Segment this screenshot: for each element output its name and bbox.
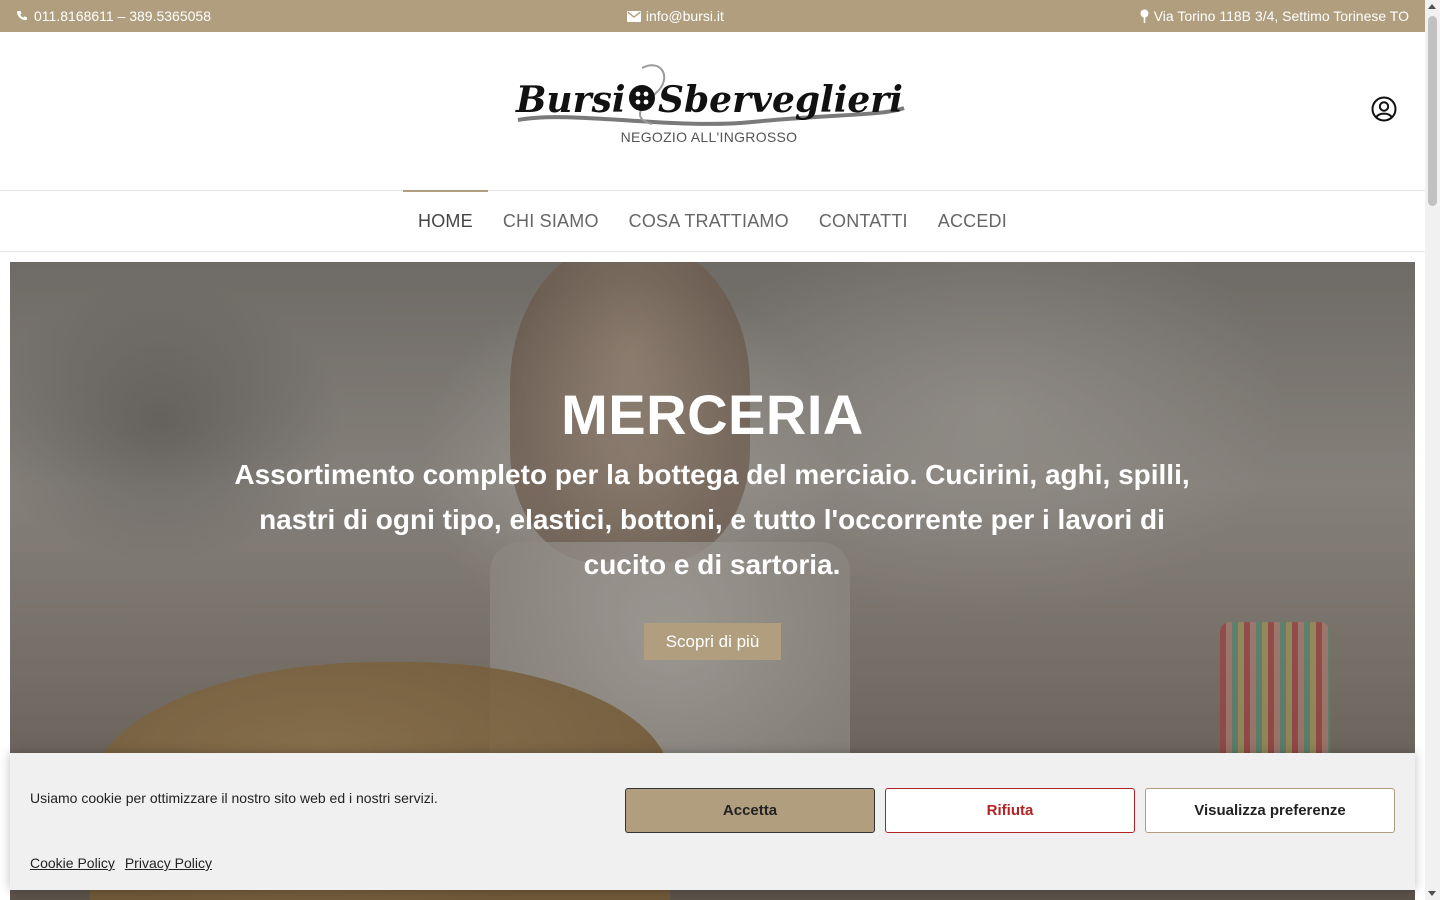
hero-title: MERCERIA [561,383,864,446]
cookie-reject-button[interactable]: Rifiuta [885,788,1135,833]
svg-text:Sberveglieri: Sberveglieri [658,79,903,121]
topbar-address[interactable]: Via Torino 118B 3/4, Settimo Torinese TO [1140,8,1409,24]
discover-more-button[interactable]: Scopri di più [644,623,781,660]
top-bar: 011.8168611 – 389.5365058 info@bursi.it … [0,0,1425,32]
cookie-policy-link[interactable]: Cookie Policy [30,855,115,871]
svg-text:Bursi: Bursi [515,79,626,121]
cookie-policy-links: Cookie Policy Privacy Policy [30,855,212,871]
site-header: Bursi Sberveglieri NEGOZIO ALL'INGROSSO [0,32,1425,190]
nav-item-cosa-trattiamo[interactable]: COSA TRATTIAMO [614,191,804,251]
nav-item-accedi[interactable]: ACCEDI [923,191,1022,251]
phone-icon [16,10,27,20]
main-nav: HOME CHI SIAMO COSA TRATTIAMO CONTATTI A… [0,190,1425,252]
map-pin-icon [1140,9,1149,23]
topbar-email[interactable]: info@bursi.it [626,8,724,24]
envelope-icon [626,10,641,22]
logo-tagline: NEGOZIO ALL'INGROSSO [620,129,798,145]
nav-item-home[interactable]: HOME [403,190,488,251]
nav-item-chi-siamo[interactable]: CHI SIAMO [488,191,614,251]
page-scrollbar[interactable] [1425,0,1440,900]
topbar-phone[interactable]: 011.8168611 – 389.5365058 [16,8,211,24]
cookie-message: Usiamo cookie per ottimizzare il nostro … [30,790,438,806]
user-circle-icon[interactable] [1371,96,1397,122]
cookie-banner: Usiamo cookie per ottimizzare il nostro … [10,753,1415,890]
hero-description: Assortimento completo per la bottega del… [234,459,1190,580]
scroll-up-arrow-icon[interactable] [1428,4,1436,9]
cookie-preferences-button[interactable]: Visualizza preferenze [1145,788,1395,833]
email-address: info@bursi.it [645,8,724,24]
nav-item-contatti[interactable]: CONTATTI [804,191,923,251]
cookie-accept-button[interactable]: Accetta [625,788,875,833]
scrollbar-thumb[interactable] [1428,16,1437,206]
scroll-down-arrow-icon[interactable] [1428,891,1436,896]
privacy-policy-link[interactable]: Privacy Policy [125,855,212,871]
phone-number: 011.8168611 – 389.5365058 [34,8,211,24]
address-text: Via Torino 118B 3/4, Settimo Torinese TO [1153,8,1409,24]
